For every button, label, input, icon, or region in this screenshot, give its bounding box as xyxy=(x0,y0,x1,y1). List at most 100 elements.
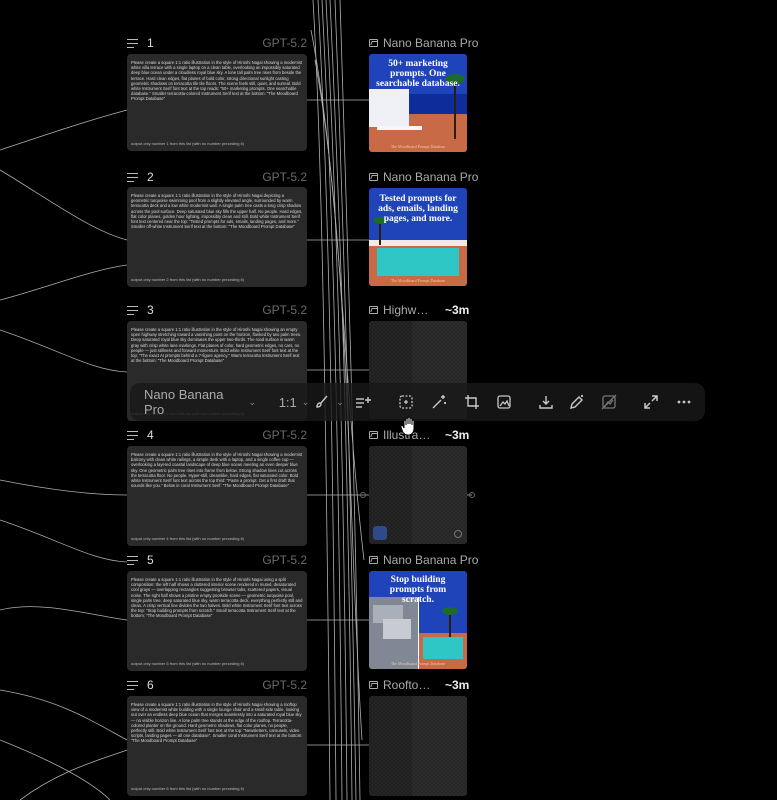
image-header-1: Nano Banana Pro xyxy=(369,35,478,51)
text-lines-icon xyxy=(127,680,138,690)
prompt-text: Please create a square 1:1 ratio illustr… xyxy=(131,452,303,489)
model-select-value: Nano Banana Pro xyxy=(144,387,224,417)
text-lines-icon xyxy=(127,172,138,182)
model-label: GPT-5.2 xyxy=(262,678,307,692)
prompt-footer: output only number 2 from this list (wit… xyxy=(131,276,244,282)
chevron-down-icon: ⌄ xyxy=(336,396,344,407)
pen-sparkle-button[interactable] xyxy=(566,383,588,421)
row-number: 2 xyxy=(147,170,154,184)
prompt-text: Please create a square 1:1 ratio illustr… xyxy=(131,327,302,364)
expand-icon xyxy=(644,395,658,409)
poster-title: 50+ marketing prompts. One searchable da… xyxy=(376,59,460,89)
row-number: 4 xyxy=(147,428,154,442)
poster-title: Stop building prompts from scratch. xyxy=(389,575,447,605)
prompt-text: Please create a square 1:1 ratio illustr… xyxy=(131,60,303,102)
hand-cursor-icon xyxy=(400,416,415,436)
sparkle-lines-button[interactable] xyxy=(352,383,374,421)
image-title: Roofto… xyxy=(383,678,431,692)
image-thumbnail[interactable]: Tested prompts for ads, emails, landing … xyxy=(369,188,467,286)
poster-title: Tested prompts for ads, emails, landing … xyxy=(378,194,458,224)
sparkle-lines-icon xyxy=(356,397,371,408)
brush-options-button[interactable]: ⌄ xyxy=(333,383,347,421)
prompt-card[interactable]: Please create a square 1:1 ratio illustr… xyxy=(127,54,307,151)
generation-time: ~3m xyxy=(445,303,470,317)
image-icon xyxy=(369,431,378,439)
image-icon xyxy=(369,556,378,564)
row-number: 3 xyxy=(147,303,154,317)
brush-button[interactable] xyxy=(311,383,333,421)
prompt-text: Please create a square 1:1 ratio illustr… xyxy=(131,702,303,744)
text-lines-icon xyxy=(127,305,138,315)
crop-button[interactable] xyxy=(461,383,483,421)
pen-sparkle-icon xyxy=(570,395,583,409)
image-placeholder[interactable] xyxy=(369,446,467,544)
magic-wand-button[interactable] xyxy=(428,383,450,421)
image-icon xyxy=(369,306,378,314)
image-placeholder[interactable] xyxy=(369,696,467,796)
expand-button[interactable] xyxy=(640,383,662,421)
image-title: Nano Banana Pro xyxy=(383,36,479,50)
prompt-footer: output only number 6 from this list (wit… xyxy=(131,785,244,791)
text-lines-icon xyxy=(127,38,138,48)
brush-icon xyxy=(316,395,328,408)
prompt-text: Please create a square 1:1 ratio illustr… xyxy=(131,577,303,619)
row-header-4: 4 xyxy=(127,427,154,443)
row-number: 1 xyxy=(147,36,154,50)
prompt-card[interactable]: Please create a square 1:1 ratio illustr… xyxy=(127,571,307,671)
image-header-2: Nano Banana Pro xyxy=(369,169,478,185)
select-region-icon xyxy=(399,395,413,409)
row-header-2: 2 xyxy=(127,169,154,185)
model-label: GPT-5.2 xyxy=(262,428,307,442)
row-header-3: 3 xyxy=(127,302,154,318)
image-header-5: Nano Banana Pro xyxy=(369,552,478,568)
poster-footer: The Moodboard Prompt Database xyxy=(390,278,446,283)
prompt-footer: output only number 1 from this list (wit… xyxy=(131,140,244,146)
model-label: GPT-5.2 xyxy=(262,36,307,50)
image-thumbnail[interactable]: Stop building prompts from scratch. The … xyxy=(369,571,467,669)
image-header-6: Roofto… ~3m xyxy=(369,677,469,693)
row-number: 5 xyxy=(147,553,154,567)
image-title: Nano Banana Pro xyxy=(383,553,479,567)
model-select[interactable]: Nano Banana Pro ⌄ xyxy=(144,383,256,421)
image-icon xyxy=(369,681,378,689)
row-header-1: 1 xyxy=(127,35,154,51)
more-button[interactable] xyxy=(673,383,695,421)
download-button[interactable] xyxy=(535,383,557,421)
chevron-down-icon: ⌄ xyxy=(301,396,310,407)
model-label: GPT-5.2 xyxy=(262,553,307,567)
image-header-3: Highw… ~3m xyxy=(369,302,469,318)
image-thumbnail[interactable]: 50+ marketing prompts. One searchable da… xyxy=(369,54,467,152)
image-edit-icon xyxy=(497,395,511,409)
poster-footer: The Moodboard Prompt Database xyxy=(390,144,446,149)
text-lines-icon xyxy=(127,555,138,565)
ratio-select-value: 1:1 xyxy=(278,394,297,410)
poster-footer: The Moodboard Prompt Database xyxy=(390,661,446,666)
image-off-button[interactable] xyxy=(598,383,620,421)
image-icon xyxy=(369,173,378,181)
ratio-select[interactable]: 1:1 ⌄ xyxy=(275,383,313,421)
image-off-icon xyxy=(601,394,617,410)
image-edit-button[interactable] xyxy=(493,383,515,421)
crop-icon xyxy=(465,395,479,409)
row-header-5: 5 xyxy=(127,552,154,568)
prompt-card[interactable]: Please create a square 1:1 ratio illustr… xyxy=(127,187,307,287)
generation-time: ~3m xyxy=(445,428,470,442)
image-icon xyxy=(369,39,378,47)
more-dots-icon xyxy=(677,400,691,404)
prompt-text: Please create a square 1:1 ratio illustr… xyxy=(131,193,303,230)
prompt-footer: output only number 5 from this list (wit… xyxy=(131,660,244,666)
prompt-card[interactable]: Please create a square 1:1 ratio illustr… xyxy=(127,696,307,796)
image-title: Nano Banana Pro xyxy=(383,170,479,184)
image-title: Highw… xyxy=(383,303,429,317)
row-number: 6 xyxy=(147,678,154,692)
download-icon xyxy=(539,396,553,409)
model-label: GPT-5.2 xyxy=(262,170,307,184)
magic-wand-icon xyxy=(432,395,446,409)
generation-time: ~3m xyxy=(445,678,470,692)
text-lines-icon xyxy=(127,430,138,440)
prompt-card[interactable]: Please create a square 1:1 ratio illustr… xyxy=(127,446,307,546)
prompt-footer: output only number 4 from this list (wit… xyxy=(131,535,244,541)
model-label: GPT-5.2 xyxy=(262,303,307,317)
chevron-down-icon: ⌄ xyxy=(248,396,256,407)
row-header-6: 6 xyxy=(127,677,154,693)
